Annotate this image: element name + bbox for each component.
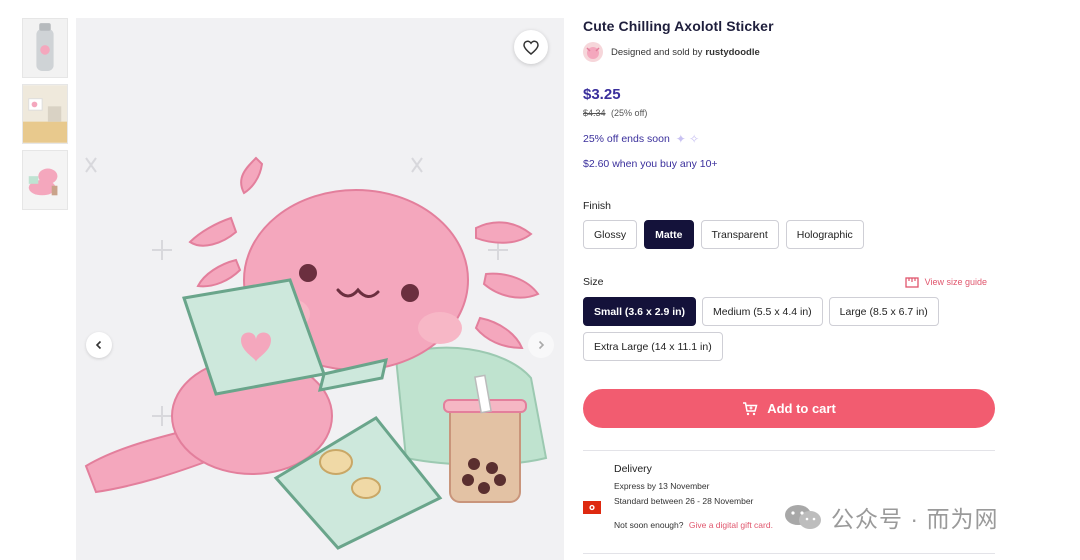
sparkle-icon: ✦ ✧	[675, 132, 700, 146]
promo-banner: 25% off ends soon ✦ ✧	[583, 132, 995, 146]
chevron-left-icon	[95, 340, 102, 350]
watermark-text: 公众号 · 而为网	[831, 506, 999, 532]
size-options: Small (3.6 x 2.9 in) Medium (5.5 x 4.4 i…	[583, 297, 995, 361]
size-guide-link[interactable]: View size guide	[904, 276, 987, 288]
product-image	[76, 18, 564, 560]
favorite-button[interactable]	[514, 30, 548, 64]
axolotl-artwork	[84, 156, 548, 550]
thumbnail-sticker[interactable]	[22, 150, 68, 210]
add-to-cart-label: Add to cart	[767, 401, 836, 416]
size-header: Size View size guide	[583, 276, 987, 288]
original-price: $4.34	[583, 108, 606, 118]
seller-avatar[interactable]	[583, 42, 603, 62]
wechat-icon	[785, 505, 821, 529]
gift-card-link[interactable]: Give a digital gift card.	[689, 520, 773, 530]
bottom-divider	[583, 553, 995, 554]
discount-percent: (25% off)	[611, 108, 648, 118]
size-guide-label: View size guide	[924, 277, 987, 287]
add-to-cart-button[interactable]: Add to cart	[583, 389, 995, 428]
heart-icon	[523, 39, 539, 55]
gift-card-prefix: Not soon enough?	[614, 520, 684, 530]
cart-icon	[743, 401, 758, 415]
size-option-large[interactable]: Large (8.5 x 6.7 in)	[828, 297, 939, 326]
thumbnail-bottle[interactable]	[22, 18, 68, 78]
original-price-line: $4.34 (25% off)	[583, 108, 995, 118]
hong-kong-flag-icon	[583, 501, 601, 514]
promo-text: 25% off ends soon	[583, 133, 670, 145]
finish-options: Glossy Matte Transparent Holographic	[583, 220, 995, 249]
thumbnail-room[interactable]	[22, 84, 68, 144]
express-delivery: Express by 13 November	[614, 481, 710, 491]
finish-option-glossy[interactable]: Glossy	[583, 220, 638, 249]
seller-name-link[interactable]: rustydoodle	[705, 47, 759, 58]
size-option-extra-large[interactable]: Extra Large (14 x 11.1 in)	[583, 332, 723, 361]
finish-option-transparent[interactable]: Transparent	[700, 220, 779, 249]
delivery-title: Delivery	[614, 463, 652, 475]
product-title: Cute Chilling Axolotl Sticker	[583, 18, 774, 34]
seller-info: Designed and sold by rustydoodle	[583, 42, 995, 62]
next-image-button[interactable]	[528, 332, 554, 358]
product-details: Cute Chilling Axolotl Sticker Designed a…	[583, 18, 995, 530]
size-option-small[interactable]: Small (3.6 x 2.9 in)	[583, 297, 697, 326]
finish-label: Finish	[583, 200, 612, 212]
size-label: Size	[583, 276, 604, 288]
bulk-price-note: $2.60 when you buy any 10+	[583, 158, 718, 170]
finish-option-matte[interactable]: Matte	[644, 220, 694, 249]
current-price: $3.25	[583, 86, 621, 103]
watermark: 公众号 · 而为网	[783, 500, 998, 534]
chevron-right-icon	[538, 340, 545, 350]
ruler-icon	[904, 276, 919, 288]
divider	[583, 450, 995, 451]
previous-image-button[interactable]	[86, 332, 112, 358]
size-option-medium[interactable]: Medium (5.5 x 4.4 in)	[702, 297, 823, 326]
thumbnail-list	[22, 18, 68, 216]
finish-option-holographic[interactable]: Holographic	[785, 220, 864, 249]
seller-prefix: Designed and sold by	[611, 46, 703, 58]
